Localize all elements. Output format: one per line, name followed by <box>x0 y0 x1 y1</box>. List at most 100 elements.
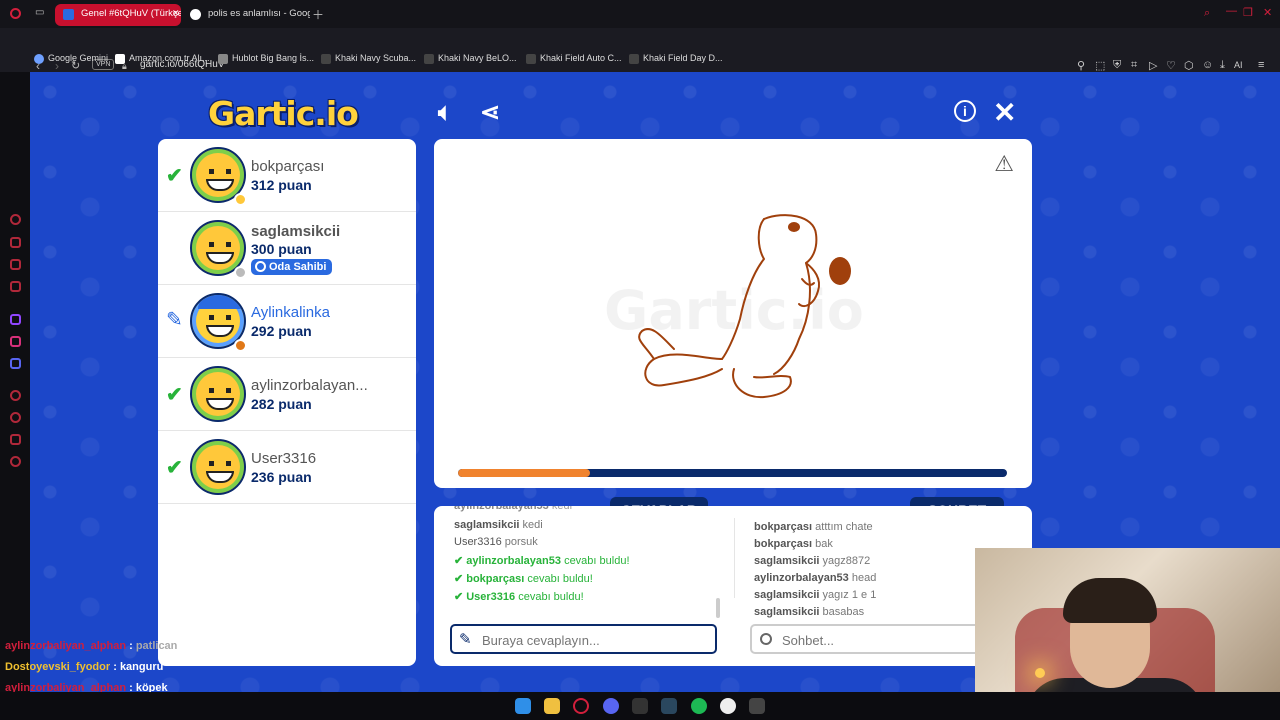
bookmark-khaki-navy-belo[interactable]: Khaki Navy BeLO... <box>424 53 517 64</box>
message-user: aylinzorbalayan53 <box>754 572 849 584</box>
player-row[interactable]: ✔ User3316 236 puan <box>158 431 416 504</box>
pin-icon[interactable]: ⚲ <box>1077 59 1085 72</box>
new-tab-icon[interactable]: ＋ <box>312 6 324 23</box>
player-row[interactable]: ✎ Aylinkalinka 292 puan <box>158 285 416 358</box>
tab-overview-icon[interactable]: ▭ <box>35 7 44 18</box>
sidebar-messenger-icon[interactable] <box>10 259 21 270</box>
search-tabs-icon[interactable]: ⌕ <box>1204 7 1210 20</box>
player-score: 236 puan <box>251 469 312 485</box>
close-window-icon[interactable]: ✕ <box>1263 6 1272 19</box>
twitch-icon[interactable] <box>10 314 21 325</box>
screenshot-icon[interactable]: ⌗ <box>1131 59 1137 72</box>
chat-message: saglamsikcii basabas <box>754 606 864 618</box>
check-icon: ✔ <box>454 555 464 567</box>
opera-gx-icon[interactable] <box>573 698 589 714</box>
player-row[interactable]: ✔ bokparçası 312 puan <box>158 139 416 212</box>
avatar-eyes <box>209 169 231 174</box>
gartic-logo: Gartic.io <box>208 94 359 133</box>
instagram-icon[interactable] <box>10 336 21 347</box>
maximize-icon[interactable]: ❐ <box>1243 6 1253 19</box>
chat-bubble-icon <box>760 633 772 645</box>
bookmark-label: Khaki Navy Scuba... <box>335 53 417 63</box>
bookmark-khaki-field-auto[interactable]: Khaki Field Auto C... <box>526 53 622 64</box>
sidebar-aria-icon[interactable] <box>10 214 21 225</box>
sound-icon[interactable]: 🔈︎ <box>438 99 452 127</box>
sidebar-workspace-icon[interactable] <box>10 237 21 248</box>
obs-icon[interactable] <box>632 698 648 714</box>
file-explorer-icon[interactable] <box>544 698 560 714</box>
check-icon: ✔ <box>166 165 183 187</box>
gartic-favicon-icon <box>63 9 74 20</box>
chat-input-box[interactable] <box>750 624 1002 654</box>
aria-ai-icon[interactable]: AI <box>1234 60 1243 70</box>
address-bar: ‹ › ↻ VPN 🔒︎ gartic.io/066tQHuV ⚲ ⬚ ⛨ ⌗ … <box>0 28 1280 73</box>
bookmark-label: Google Gemini <box>48 53 109 63</box>
snapshot-icon[interactable]: ⬚ <box>1095 59 1105 72</box>
bookmark-khaki-field-day[interactable]: Khaki Field Day D... <box>629 53 723 64</box>
bookmark-amazon[interactable]: Amazon.com.tr Alı... <box>115 53 210 64</box>
message-user: User3316 <box>454 536 502 548</box>
message-text: cevabı buldu! <box>564 555 630 567</box>
windows-start-icon[interactable] <box>515 698 531 714</box>
message-user: saglamsikcii <box>754 606 820 618</box>
spotify-icon[interactable] <box>691 698 707 714</box>
steam-icon[interactable] <box>661 698 677 714</box>
avatar <box>190 439 246 495</box>
answers-chat-panel: aylinzorbalayan53 kedi saglamsikcii kedi… <box>434 506 1032 666</box>
minimize-icon[interactable]: — <box>1226 5 1237 17</box>
player-name: saglamsikcii <box>251 223 341 240</box>
sidebar-extensions-icon[interactable] <box>10 434 21 445</box>
chat-message: bokparçası bak <box>754 538 833 550</box>
extensions-icon[interactable]: ⬡ <box>1184 59 1194 72</box>
bookmark-gemini[interactable]: Google Gemini <box>34 53 109 64</box>
sidebar-settings-icon[interactable] <box>10 456 21 467</box>
epic-games-icon[interactable] <box>749 698 765 714</box>
discord-icon[interactable] <box>10 358 21 369</box>
answer-input[interactable] <box>482 630 702 650</box>
chat-input[interactable] <box>782 630 1002 650</box>
tab-gartic[interactable]: Genel #6tQHuV (Türkçe) - <box>55 4 181 26</box>
shield-icon[interactable]: ⛨ <box>1113 59 1121 72</box>
amazon-icon <box>115 54 125 64</box>
sidebar-player-icon[interactable] <box>10 390 21 401</box>
bookmark-hublot[interactable]: Hublot Big Bang İs... <box>218 53 314 64</box>
bookmark-khaki-navy-scuba[interactable]: Khaki Navy Scuba... <box>321 53 417 64</box>
tab-google[interactable]: polis es anlamlısı - Google <box>182 4 310 26</box>
obs-studio-icon[interactable] <box>720 698 736 714</box>
tab-close-icon[interactable]: ✕ <box>172 8 180 19</box>
close-icon[interactable]: ✕ <box>993 96 1016 129</box>
answers-list: aylinzorbalayan53 kedi saglamsikcii kedi… <box>434 506 734 618</box>
drawing-canvas[interactable]: ⚠ Gartic.io <box>434 139 1032 488</box>
stream-chat-text: patlican <box>135 640 178 652</box>
check-icon: ✔ <box>166 384 183 406</box>
message-text: basabas <box>822 606 865 618</box>
drawing-nut <box>829 257 851 285</box>
google-favicon-icon <box>190 9 201 20</box>
profile-icon[interactable]: ☺ <box>1202 59 1213 71</box>
answer-input-box[interactable]: ✎ <box>450 624 717 654</box>
message-user: User3316 <box>466 591 516 603</box>
player-row[interactable]: ✔ aylinzorbalayan... 282 puan <box>158 358 416 431</box>
report-warning-icon[interactable]: ⚠ <box>994 151 1014 177</box>
answer-message: ✔ bokparçası cevabı buldu! <box>454 572 593 585</box>
message-user: bokparçası <box>466 573 525 585</box>
sidebar-mail-icon[interactable] <box>10 281 21 292</box>
download-icon[interactable]: ⤓ <box>1220 59 1225 72</box>
heart-icon[interactable]: ♡ <box>1166 59 1176 72</box>
sidebar-history-icon[interactable] <box>10 412 21 423</box>
avatar-mouth <box>206 471 234 483</box>
answers-scrollbar[interactable] <box>716 598 720 618</box>
check-icon: ✔ <box>454 591 464 603</box>
play-icon[interactable]: ▷ <box>1149 59 1157 72</box>
menu-icon[interactable]: ≡ <box>1258 59 1264 71</box>
message-user: saglamsikcii <box>754 555 820 567</box>
avatar-mouth <box>206 325 234 337</box>
share-icon[interactable]: ⋖ <box>480 98 500 127</box>
chat-message: saglamsikcii yagz8872 <box>754 555 870 567</box>
player-score: 292 puan <box>251 323 312 339</box>
info-icon[interactable]: i <box>954 100 976 122</box>
check-icon: ✔ <box>166 457 183 479</box>
discord-icon[interactable] <box>603 698 619 714</box>
player-row[interactable]: saglamsikcii 300 puan Oda Sahibi <box>158 212 416 285</box>
opera-logo-icon[interactable] <box>10 8 21 19</box>
